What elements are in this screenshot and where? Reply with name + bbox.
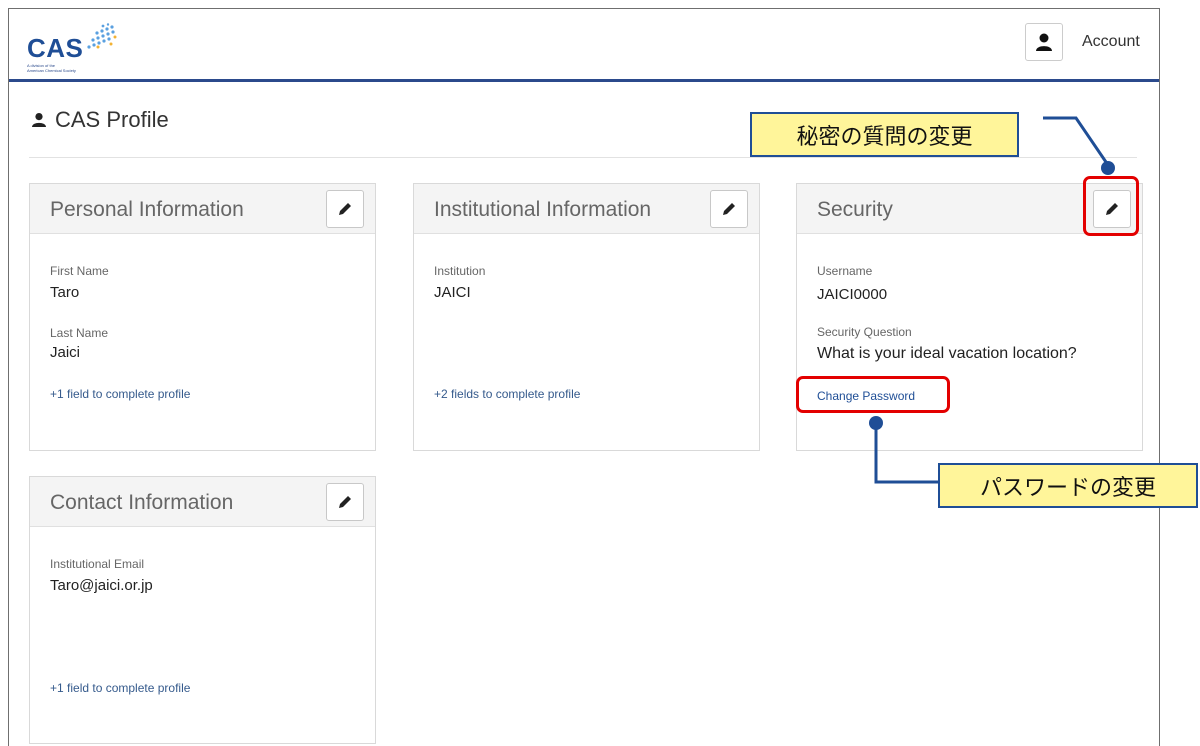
connector-dot-password <box>869 416 883 430</box>
annotation-connectors <box>869 116 1115 484</box>
connector-dot-security-question <box>1101 161 1115 175</box>
callout-security-question-change: 秘密の質問の変更 <box>750 112 1019 157</box>
highlight-change-password <box>796 376 950 413</box>
connector-line-security-question <box>1043 116 1110 166</box>
highlight-security-edit <box>1083 176 1139 236</box>
callout-password-change: パスワードの変更 <box>938 463 1198 508</box>
connector-line-password <box>874 425 938 484</box>
